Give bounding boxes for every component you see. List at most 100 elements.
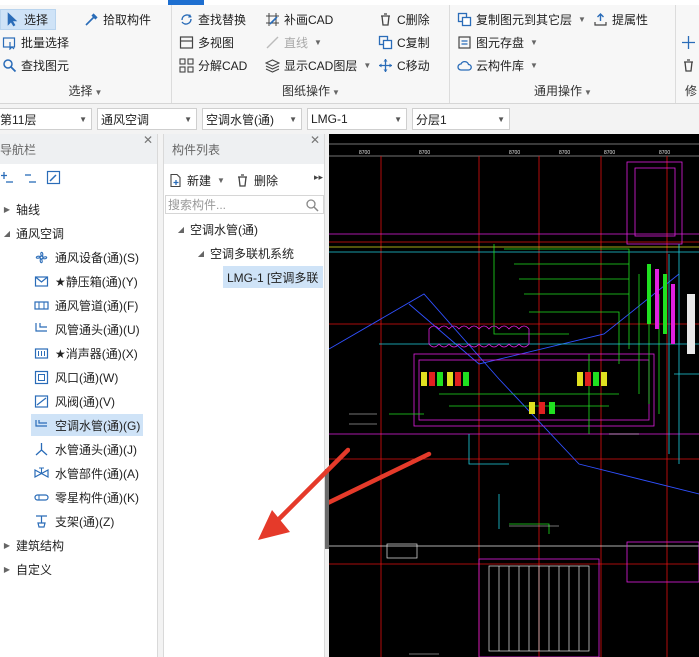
chevron-down-icon: ▼: [314, 38, 322, 47]
tree-node-custom[interactable]: ▶ 自定义: [2, 558, 52, 580]
nav-item-damper[interactable]: 风阀(通)(V): [31, 390, 118, 412]
copy-icon: [378, 35, 393, 50]
discipline-select[interactable]: 通风空调 ▼: [97, 108, 197, 130]
search-icon[interactable]: [305, 198, 320, 213]
extract-attr-button[interactable]: 提属性: [593, 9, 648, 30]
show-cad-layers-button[interactable]: 显示CAD图层 ▼: [265, 55, 371, 76]
cad-delete-button[interactable]: C删除: [378, 9, 430, 30]
component-select[interactable]: LMG-1 ▼: [307, 108, 407, 130]
modify-delete-button[interactable]: [681, 55, 696, 76]
misc-component-icon: [34, 490, 49, 505]
component-tree-root[interactable]: ◢ 空调水管(通): [176, 218, 258, 240]
tree-node-axis[interactable]: ▶ 轴线: [2, 198, 40, 220]
tree-node-hvac[interactable]: ◢ 通风空调: [2, 222, 64, 244]
decompose-cad-button[interactable]: 分解CAD: [179, 55, 247, 76]
chevron-down-icon: ▼: [79, 115, 87, 124]
find-icon: [2, 58, 17, 73]
cloud-library-button[interactable]: 云构件库 ▼: [457, 55, 538, 76]
decompose-icon: [179, 58, 194, 73]
nav-item-pipe-fitting[interactable]: 水管通头(通)(J): [31, 438, 140, 460]
line-button[interactable]: 直线 ▼: [265, 32, 322, 53]
nav-item-air-outlet[interactable]: 风口(通)(W): [31, 366, 121, 388]
nav-item-plenum-box[interactable]: ★静压箱(通)(Y): [31, 270, 141, 292]
dimension-labels: 8700 8700 8700 8700 8700 8700: [359, 150, 670, 156]
nav-item-duct[interactable]: 通风管道(通)(F): [31, 294, 141, 316]
damper-icon: [34, 394, 49, 409]
equipment-cluster: [421, 372, 607, 414]
find-element-button[interactable]: 查找图元: [2, 55, 69, 76]
nav-item-duct-fitting[interactable]: 风管通头(通)(U): [31, 318, 143, 340]
copy-to-floor-button[interactable]: 复制图元到其它层 ▼: [457, 9, 586, 30]
chevron-down-icon: ▼: [394, 115, 402, 124]
plenum-box-icon: [34, 274, 49, 289]
pipe-valve-icon: [34, 466, 49, 481]
caret-down-icon: ◢: [3, 228, 11, 238]
show-cad-layers-label: 显示CAD图层: [284, 59, 358, 73]
batch-select-button[interactable]: 批量选择: [2, 32, 69, 53]
nav-item-pipe-valve[interactable]: 水管部件(通)(A): [31, 462, 142, 484]
common-ops-group: 复制图元到其它层 ▼ 提属性 图元存盘 ▼ 云构件库 ▼ 通用操作 ▼: [451, 5, 676, 103]
component-tree-leaf[interactable]: LMG-1 [空调多联: [223, 266, 323, 288]
cloud-icon: [457, 58, 472, 73]
component-tree-system[interactable]: ◢ 空调多联机系统: [196, 242, 294, 264]
select-group-label[interactable]: 选择 ▼: [0, 82, 171, 99]
type-select[interactable]: 空调水管(通) ▼: [202, 108, 302, 130]
multi-view-button[interactable]: 多视图: [179, 32, 234, 53]
cad-move-label: C移动: [397, 59, 430, 73]
nav-item-support[interactable]: 支架(通)(Z): [31, 510, 117, 532]
draw-cad-icon: [265, 12, 280, 27]
drawing-group-label[interactable]: 图纸操作 ▼: [173, 82, 449, 99]
delete-button[interactable]: 删除: [235, 170, 278, 191]
layer-select[interactable]: 分层1 ▼: [412, 108, 510, 130]
find-replace-button[interactable]: 查找替换: [179, 9, 246, 30]
chevron-down-icon: ▼: [289, 115, 297, 124]
dim-label: 8700: [604, 150, 615, 156]
element-save-button[interactable]: 图元存盘 ▼: [457, 32, 538, 53]
modify-group-label: 修: [685, 84, 698, 98]
chevron-down-icon: ▼: [332, 88, 340, 97]
tree-node-building[interactable]: ▶ 建筑结构: [2, 534, 64, 556]
nav-item-equipment[interactable]: 通风设备(通)(S): [31, 246, 142, 268]
cad-copy-button[interactable]: C复制: [378, 32, 430, 53]
extract-icon: [593, 12, 608, 27]
support-icon: [34, 514, 49, 529]
select-button[interactable]: 选择: [0, 9, 56, 30]
close-icon[interactable]: ✕: [143, 133, 153, 147]
nav-item-water-pipe[interactable]: 空调水管(通)(G): [31, 414, 144, 436]
expand-all-icon[interactable]: [0, 170, 15, 185]
new-button[interactable]: 新建 ▼: [168, 170, 225, 191]
nav-item-misc[interactable]: 零星构件(通)(K): [31, 486, 142, 508]
duct-outline: [329, 273, 699, 495]
nav-item-silencer[interactable]: ★消声器(通)(X): [31, 342, 141, 364]
pick-component-button[interactable]: 拾取构件: [84, 9, 151, 30]
component-search-input[interactable]: 搜索构件...: [165, 195, 324, 214]
modify-move-button[interactable]: [681, 32, 696, 53]
chevron-down-icon: ▼: [530, 61, 538, 70]
more-icon[interactable]: ▸▸: [314, 172, 323, 183]
chevron-down-icon: ▼: [363, 61, 372, 70]
modify-group: 修: [677, 5, 699, 103]
pipe-fitting-icon: [34, 442, 49, 457]
equipment-rooms: [413, 161, 699, 657]
common-group-label[interactable]: 通用操作 ▼: [451, 82, 675, 99]
copy-to-floor-icon: [457, 12, 472, 27]
pipe-routing: [389, 244, 660, 534]
cad-canvas[interactable]: 8700 8700 8700 8700 8700 8700: [329, 134, 699, 657]
decompose-cad-label: 分解CAD: [198, 59, 248, 73]
water-pipe-icon: [34, 418, 49, 433]
caret-right-icon: ▶: [3, 540, 11, 550]
cad-delete-label: C删除: [397, 13, 430, 27]
dim-label: 8700: [659, 150, 670, 156]
edit-icon[interactable]: [46, 170, 61, 185]
silencer-icon: [34, 346, 49, 361]
chevron-down-icon: ▼: [497, 115, 505, 124]
supplement-cad-button[interactable]: 补画CAD: [265, 9, 333, 30]
new-file-icon: [168, 173, 183, 188]
close-icon[interactable]: ✕: [310, 133, 320, 147]
cad-move-button[interactable]: C移动: [378, 55, 430, 76]
cad-copy-label: C复制: [397, 36, 430, 50]
floor-select[interactable]: 第11层 ▼: [0, 108, 92, 130]
equipment-columns: [647, 264, 695, 354]
collapse-all-icon[interactable]: [23, 170, 38, 185]
move-icon: [681, 35, 696, 50]
